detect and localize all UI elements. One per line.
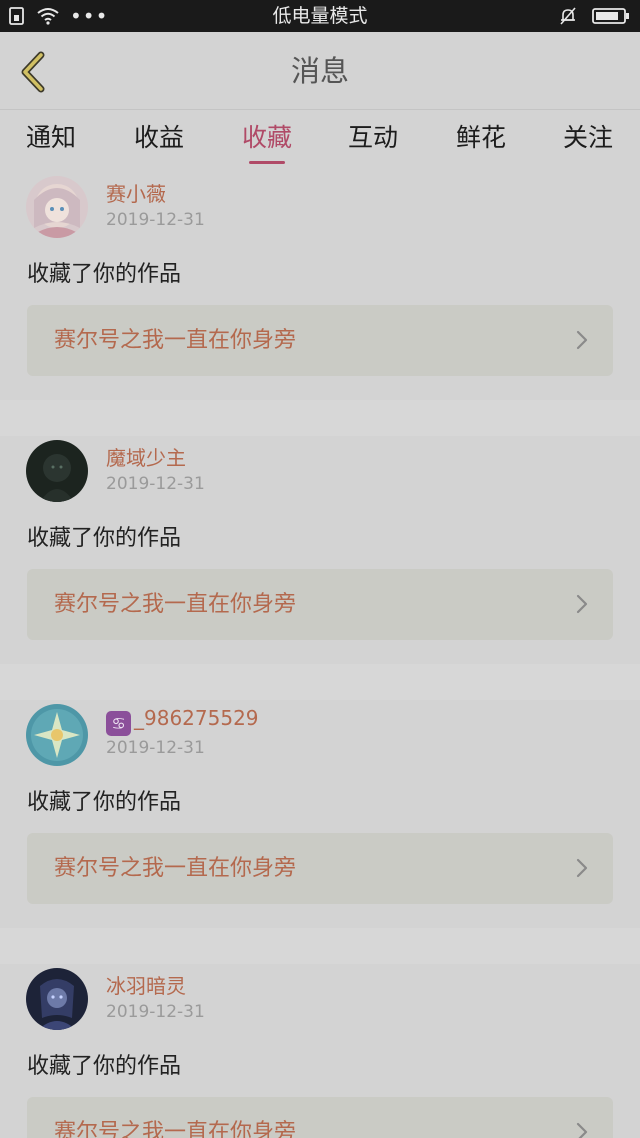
tab-bar: 通知 收益 收藏 互动 鲜花 关注: [0, 110, 640, 172]
tab-favorites[interactable]: 收藏: [227, 110, 307, 172]
work-link[interactable]: 赛尔号之我一直在你身旁: [27, 305, 613, 376]
page-title: 消息: [290, 54, 349, 88]
chevron-right-icon: [576, 330, 588, 350]
list-item: 赛小薇 2019-12-31 收藏了你的作品 赛尔号之我一直在你身旁: [0, 172, 640, 400]
chevron-right-icon: [576, 1122, 588, 1138]
app-header: 消息: [0, 32, 640, 110]
status-bar: ••• 低电量模式: [0, 0, 640, 32]
list-item: 魔域少主 2019-12-31 收藏了你的作品 赛尔号之我一直在你身旁: [0, 436, 640, 664]
tab-interactions[interactable]: 互动: [333, 110, 413, 172]
user-name[interactable]: 赛小薇: [106, 178, 166, 207]
work-link[interactable]: 赛尔号之我一直在你身旁: [27, 569, 613, 640]
work-title: 赛尔号之我一直在你身旁: [54, 856, 297, 881]
cancer-zodiac-icon: ♋: [106, 711, 131, 736]
timestamp: 2019-12-31: [106, 738, 205, 758]
action-text: 收藏了你的作品: [27, 1054, 182, 1079]
user-name[interactable]: 冰羽暗灵: [106, 970, 186, 999]
timestamp: 2019-12-31: [106, 210, 205, 230]
work-title: 赛尔号之我一直在你身旁: [54, 1120, 297, 1138]
tab-notifications[interactable]: 通知: [11, 110, 91, 172]
list-item: 冰羽暗灵 2019-12-31 收藏了你的作品 赛尔号之我一直在你身旁: [0, 964, 640, 1138]
action-text: 收藏了你的作品: [27, 790, 182, 815]
status-bar-title: 低电量模式: [272, 5, 368, 27]
work-title: 赛尔号之我一直在你身旁: [54, 328, 297, 353]
tab-flowers[interactable]: 鲜花: [441, 110, 521, 172]
tab-follows[interactable]: 关注: [548, 110, 628, 172]
avatar[interactable]: [26, 968, 88, 1030]
favorites-feed: 赛小薇 2019-12-31 收藏了你的作品 赛尔号之我一直在你身旁 魔域少主 …: [0, 172, 640, 1138]
work-link[interactable]: 赛尔号之我一直在你身旁: [27, 833, 613, 904]
avatar[interactable]: [26, 704, 88, 766]
avatar[interactable]: [26, 176, 88, 238]
chevron-right-icon: [576, 858, 588, 878]
user-name[interactable]: 魔域少主: [106, 442, 186, 471]
user-name[interactable]: ♋ _986275529: [106, 706, 259, 736]
active-tab-indicator: [249, 161, 285, 164]
work-link[interactable]: 赛尔号之我一直在你身旁: [27, 1097, 613, 1138]
action-text: 收藏了你的作品: [27, 262, 182, 287]
timestamp: 2019-12-31: [106, 1002, 205, 1022]
action-text: 收藏了你的作品: [27, 526, 182, 551]
tab-earnings[interactable]: 收益: [119, 110, 199, 172]
list-item: ♋ _986275529 2019-12-31 收藏了你的作品 赛尔号之我一直在你…: [0, 700, 640, 928]
avatar[interactable]: [26, 440, 88, 502]
chevron-right-icon: [576, 594, 588, 614]
bell-muted-icon: [558, 6, 578, 26]
timestamp: 2019-12-31: [106, 474, 205, 494]
work-title: 赛尔号之我一直在你身旁: [54, 592, 297, 617]
battery-icon: [592, 7, 630, 25]
